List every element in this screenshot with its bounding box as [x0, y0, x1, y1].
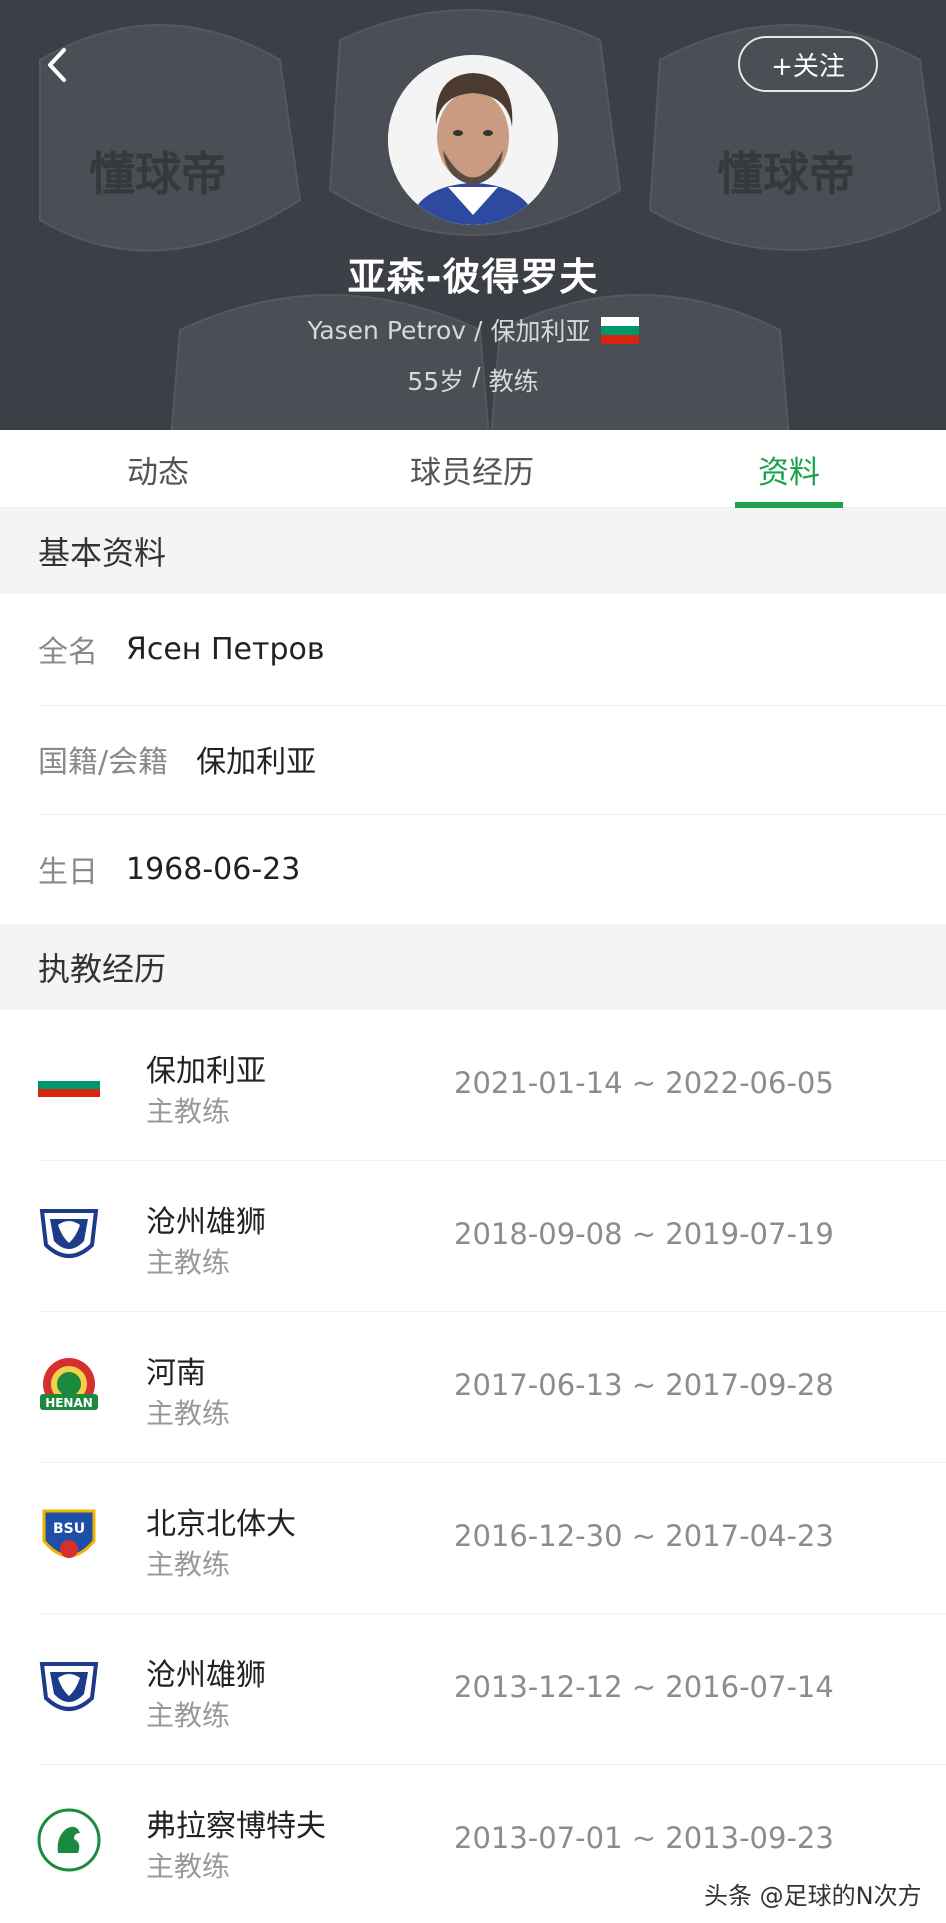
- tenure-period: 2021-01-14 ~ 2022-06-05: [454, 1066, 834, 1100]
- coach-age-role: 55岁 / 教练: [0, 362, 946, 398]
- team-name: 河南: [146, 1356, 206, 1391]
- follow-button[interactable]: +关注: [738, 36, 878, 92]
- career-item[interactable]: 沧州雄狮 主教练 2013-12-12 ~ 2016-07-14: [0, 1614, 946, 1765]
- profile-tabs: 动态 球员经历 资料: [0, 430, 946, 508]
- section-title: 基本资料: [38, 534, 167, 572]
- info-row-nationality: 国籍/会籍 保加利亚: [0, 704, 946, 814]
- tenure-period: 2016-12-30 ~ 2017-04-23: [454, 1519, 834, 1553]
- coach-name-en: Yasen Petrov: [307, 315, 467, 345]
- tenure-period: 2017-06-13 ~ 2017-09-28: [454, 1368, 834, 1402]
- info-row-fullname: 全名 Ясен Петров: [0, 594, 946, 704]
- coach-nationality: 保加利亚: [490, 317, 591, 346]
- cangzhou-lions-crest-icon: [39, 1209, 99, 1258]
- info-value: 1968-06-23: [126, 851, 301, 887]
- avatar: [388, 55, 558, 225]
- chevron-left-icon: [48, 48, 66, 82]
- team-name: 弗拉察博特夫: [146, 1809, 326, 1844]
- info-row-birthday: 生日 1968-06-23: [0, 814, 946, 924]
- source-watermark: 头条 @足球的N次方: [704, 1882, 922, 1910]
- bulgaria-flag-icon: [38, 1073, 100, 1097]
- coach-role: 主教练: [146, 1850, 231, 1883]
- cangzhou-lions-crest-icon: [39, 1662, 99, 1711]
- info-label: 生日: [38, 855, 98, 890]
- coach-role: 主教练: [146, 1095, 231, 1128]
- team-name: 北京北体大: [146, 1507, 296, 1542]
- career-item[interactable]: 保加利亚 主教练 2021-01-14 ~ 2022-06-05: [0, 1010, 946, 1161]
- coach-subtitle: Yasen Petrov / 保加利亚: [0, 312, 946, 348]
- section-title: 执教经历: [38, 950, 167, 988]
- profile-header: 懂球帝 懂球帝 +关注 亚森-彼得罗夫 Yasen Petrov / 保加利亚: [0, 0, 946, 430]
- tenure-period: 2013-07-01 ~ 2013-09-23: [454, 1821, 834, 1855]
- career-item[interactable]: 沧州雄狮 主教练 2018-09-08 ~ 2019-07-19: [0, 1161, 946, 1312]
- tab-news[interactable]: 动态: [58, 430, 258, 508]
- bsu-crest-text: BSU: [53, 1521, 85, 1537]
- coaching-career-header: 执教经历: [0, 924, 946, 1010]
- coach-role: 主教练: [146, 1548, 231, 1581]
- coach-role: 主教练: [146, 1246, 231, 1279]
- info-value: 保加利亚: [196, 745, 317, 780]
- team-name: 沧州雄狮: [146, 1658, 266, 1693]
- tenure-period: 2018-09-08 ~ 2019-07-19: [454, 1217, 834, 1251]
- botev-vratsa-crest-icon: [37, 1808, 101, 1872]
- henan-crest-icon: HENAN: [40, 1358, 98, 1410]
- team-name: 沧州雄狮: [146, 1205, 266, 1240]
- basic-info-header: 基本资料: [0, 508, 946, 594]
- bg-watermark-right: 懂球帝: [717, 147, 855, 201]
- tab-profile[interactable]: 资料: [689, 430, 889, 508]
- coach-position: 教练: [488, 367, 539, 396]
- bulgaria-flag-icon: [600, 316, 639, 344]
- career-item[interactable]: BSU 北京北体大 主教练 2016-12-30 ~ 2017-04-23: [0, 1463, 946, 1614]
- separator: /: [474, 315, 483, 345]
- coach-role: 主教练: [146, 1699, 231, 1732]
- henan-crest-text: HENAN: [45, 1396, 93, 1410]
- coach-name: 亚森-彼得罗夫: [347, 255, 599, 299]
- career-item[interactable]: HENAN 河南 主教练 2017-06-13 ~ 2017-09-28: [0, 1312, 946, 1463]
- coach-age: 55岁: [407, 367, 465, 396]
- bsu-crest-icon: BSU: [42, 1509, 96, 1558]
- bg-watermark-left: 懂球帝: [89, 147, 227, 201]
- follow-button-label: +关注: [771, 51, 845, 82]
- back-button[interactable]: [40, 40, 80, 90]
- team-name: 保加利亚: [146, 1054, 266, 1089]
- info-label: 国籍/会籍: [38, 745, 169, 780]
- tenure-period: 2013-12-12 ~ 2016-07-14: [454, 1670, 834, 1704]
- tab-player-career[interactable]: 球员经历: [372, 430, 572, 508]
- separator: /: [472, 362, 481, 391]
- info-value: Ясен Петров: [126, 631, 325, 667]
- coach-role: 主教练: [146, 1397, 231, 1430]
- info-label: 全名: [38, 635, 98, 670]
- coach-portrait-icon: [388, 55, 558, 225]
